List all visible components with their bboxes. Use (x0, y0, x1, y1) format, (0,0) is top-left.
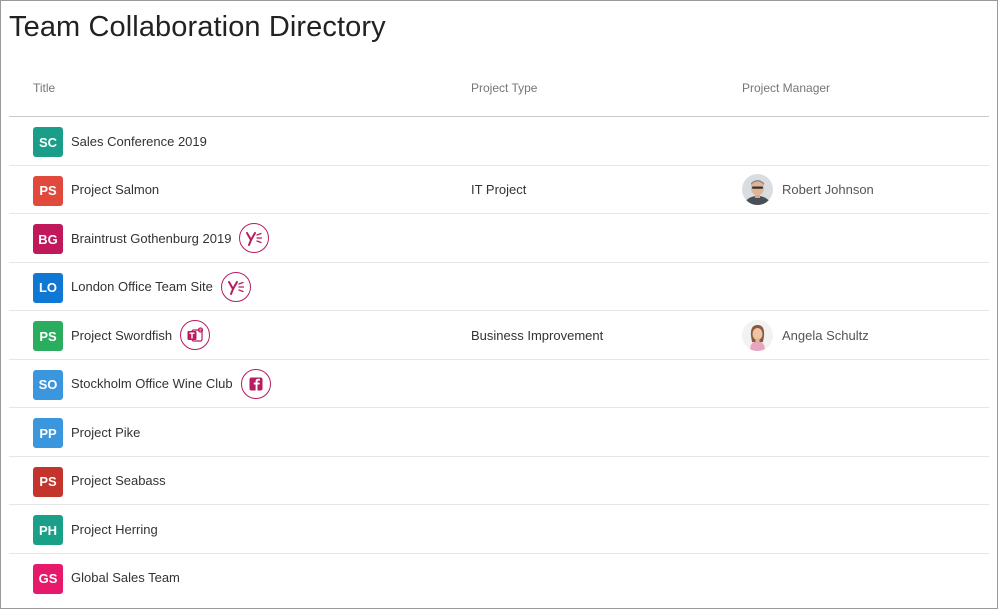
table-row[interactable]: GS Global Sales Team (9, 554, 989, 603)
table-row[interactable]: PP Project Pike (9, 408, 989, 457)
title-cell: Sales Conference 2019 (71, 117, 207, 165)
project-type-cell: Business Improvement (471, 327, 604, 343)
site-title-link[interactable]: London Office Team Site (71, 279, 213, 294)
title-cell: Stockholm Office Wine Club (71, 360, 271, 408)
project-manager-cell: Robert Johnson (742, 166, 874, 214)
site-title-link[interactable]: Project Swordfish (71, 328, 172, 343)
yammer-icon[interactable] (220, 271, 251, 302)
table-row[interactable]: PH Project Herring (9, 505, 989, 554)
manager-name[interactable]: Angela Schultz (782, 328, 869, 343)
title-cell: Project Pike (71, 408, 140, 456)
site-title-link[interactable]: Braintrust Gothenburg 2019 (71, 231, 231, 246)
site-initials-tile: SO (33, 369, 63, 400)
directory-frame: Team Collaboration Directory Title Proje… (0, 0, 998, 609)
site-initials-tile: PS (33, 175, 63, 206)
table-row[interactable]: BG Braintrust Gothenburg 2019 (9, 214, 989, 263)
site-initials-tile: PH (33, 515, 63, 545)
teams-icon[interactable] (180, 320, 211, 350)
site-initials-tile: GS (33, 563, 63, 594)
site-title-link[interactable]: Sales Conference 2019 (71, 134, 207, 149)
table-row[interactable]: SC Sales Conference 2019 (9, 117, 989, 166)
project-type-cell: IT Project (471, 182, 527, 197)
title-cell: Project Herring (71, 505, 158, 553)
table-row[interactable]: LO London Office Team Site (9, 263, 989, 311)
site-title-link[interactable]: Project Herring (71, 522, 158, 537)
yammer-icon[interactable] (239, 223, 270, 253)
project-manager-cell: Angela Schultz (742, 311, 869, 359)
column-header-project-type[interactable]: Project Type (471, 81, 537, 95)
table-body: SC Sales Conference 2019 PS Project Salm… (9, 117, 989, 602)
page-title: Team Collaboration Directory (9, 11, 386, 43)
site-initials-tile: SC (33, 127, 63, 157)
title-cell: Braintrust Gothenburg 2019 (71, 214, 270, 262)
title-cell: Global Sales Team (71, 554, 180, 602)
avatar[interactable] (742, 319, 773, 351)
site-initials-tile: PS (33, 466, 63, 497)
table-row[interactable]: PS Project Seabass (9, 457, 989, 505)
title-cell: London Office Team Site (71, 263, 251, 311)
table-header: Title Project Type Project Manager (9, 63, 989, 117)
column-header-project-manager[interactable]: Project Manager (742, 81, 830, 95)
site-initials-tile: BG (33, 224, 63, 254)
site-title-link[interactable]: Global Sales Team (71, 570, 180, 585)
table-row[interactable]: PS Project Salmon IT Project Robert John… (9, 166, 989, 214)
title-cell: Project Salmon (71, 166, 159, 214)
column-header-title[interactable]: Title (33, 81, 55, 95)
site-initials-tile: PP (33, 418, 63, 448)
directory-table: Title Project Type Project Manager SC Sa… (9, 63, 989, 602)
avatar[interactable] (742, 174, 773, 205)
site-initials-tile: PS (33, 321, 63, 351)
title-cell: Project Swordfish (71, 311, 211, 359)
title-cell: Project Seabass (71, 457, 166, 505)
facebook-icon[interactable] (240, 368, 271, 399)
site-title-link[interactable]: Project Salmon (71, 182, 159, 197)
manager-name[interactable]: Robert Johnson (782, 182, 874, 197)
site-title-link[interactable]: Stockholm Office Wine Club (71, 376, 233, 391)
site-initials-tile: LO (33, 272, 63, 303)
table-row[interactable]: SO Stockholm Office Wine Club (9, 360, 989, 408)
site-title-link[interactable]: Project Seabass (71, 473, 166, 488)
table-row[interactable]: PS Project Swordfish Business Improvemen… (9, 311, 989, 360)
site-title-link[interactable]: Project Pike (71, 425, 140, 440)
